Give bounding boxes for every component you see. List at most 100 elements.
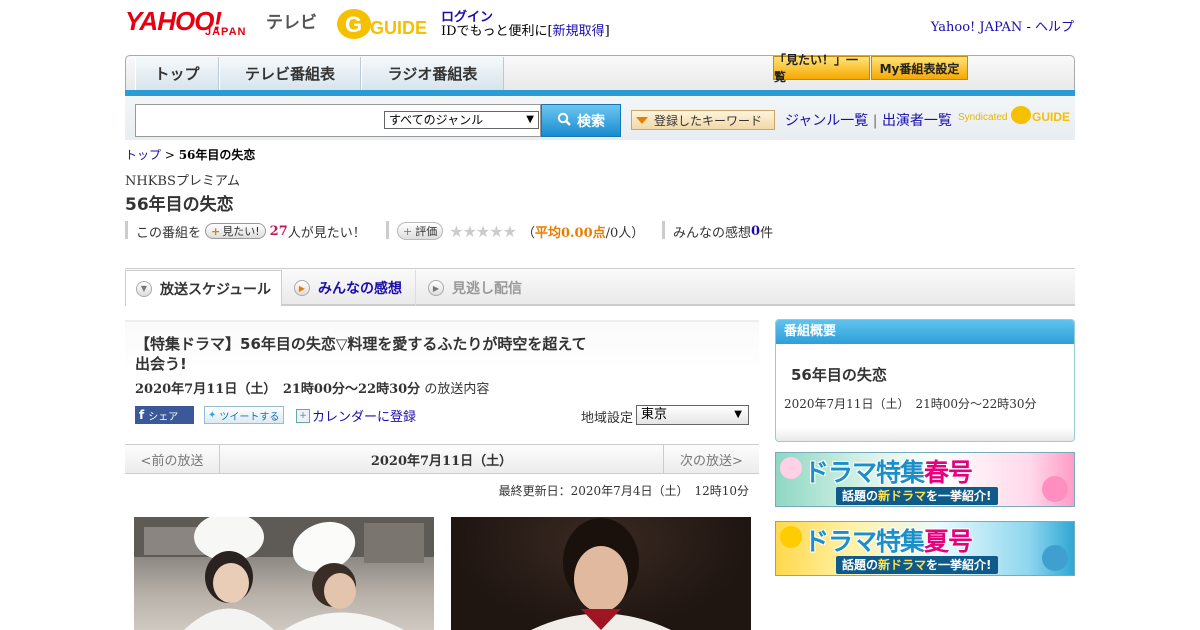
help-sep: - <box>1022 20 1035 35</box>
flower-icon <box>1042 476 1068 502</box>
gguide-logo[interactable]: G GUIDE <box>334 6 432 42</box>
tab-impressions-label: みんなの感想 <box>318 281 402 297</box>
meta-divider <box>125 221 128 239</box>
help-link[interactable]: ヘルプ <box>1035 20 1074 35</box>
play-icon: ▶ <box>428 280 444 296</box>
episode-title: 【特集ドラマ】56年目の失恋▽料理を愛するふたりが時空を超えて出会う! <box>135 335 587 373</box>
this-program-label: この番組を <box>136 225 202 241</box>
prev-broadcast-button[interactable]: <前の放送 <box>125 445 220 473</box>
register-link[interactable]: 新規取得 <box>553 24 605 39</box>
calendar-register-link[interactable]: カレンダーに登録 <box>312 406 416 425</box>
avg-prefix: （ <box>521 225 535 241</box>
breadcrumb-current: 56年目の失恋 <box>178 148 256 162</box>
yahoo-japan-link[interactable]: Yahoo! JAPAN <box>931 20 1023 35</box>
impressions-count-link[interactable]: 0 <box>751 224 760 239</box>
banner-sub-prefix: 話題の <box>842 558 879 572</box>
breadcrumb-top-link[interactable]: トップ <box>125 148 161 162</box>
summer-banner-sub: 話題の新ドラマを一挙紹介! <box>836 556 998 574</box>
banner-sub-new: 新ドラマ <box>878 489 927 503</box>
genre-select-value: すべてのジャンル <box>389 113 484 127</box>
flower-icon <box>780 457 802 479</box>
tab-radio-schedule[interactable]: ラジオ番組表 <box>361 57 504 90</box>
drama-summer-banner[interactable]: ドラマ特集夏号 話題の新ドラマを一挙紹介! <box>775 521 1075 576</box>
region-label: 地域設定 <box>581 411 634 426</box>
mitai-button[interactable]: + 見たい! <box>205 223 266 239</box>
genre-select[interactable]: すべてのジャンル ▼ <box>384 111 539 129</box>
facebook-share-button[interactable]: f シェア <box>135 406 194 424</box>
last-updated: 最終更新日：2020年7月4日（土） 12時10分 <box>498 484 749 498</box>
banner-sub-new: 新ドラマ <box>878 558 927 572</box>
mitai-count: 27 <box>269 223 288 239</box>
region-select[interactable]: 東京 ▼ <box>636 405 749 425</box>
summary-footer <box>776 428 1074 441</box>
registered-keyword-label: 登録したキーワード <box>654 113 763 128</box>
region-select-value: 東京 <box>641 407 668 422</box>
chevron-down-icon: ▼ <box>526 114 534 125</box>
calendar-register[interactable]: + カレンダーに登録 <box>296 406 416 425</box>
search-button-label: 検索 <box>577 113 605 130</box>
svg-text:GUIDE: GUIDE <box>1032 110 1070 124</box>
tab-broadcast-schedule[interactable]: ▼ 放送スケジュール <box>125 270 282 306</box>
genre-list-link[interactable]: ジャンル一覧 <box>785 113 868 129</box>
search-links: ジャンル一覧 | 出演者一覧 <box>785 110 952 130</box>
tv-logo[interactable]: テレビ <box>266 8 317 33</box>
scene-photo-chefs[interactable] <box>134 517 434 630</box>
avg-score: 平均0.00点 <box>534 225 606 241</box>
spring-banner-season: 春号 <box>924 458 973 487</box>
search-icon <box>557 112 571 130</box>
mitai-button-label: 見たい! <box>222 225 260 238</box>
plus-icon: + <box>211 224 221 238</box>
syndicated-label: Syndicated <box>958 112 1008 123</box>
breadcrumb: トップ > 56年目の失恋 <box>125 146 255 163</box>
svg-text:G: G <box>345 12 362 37</box>
my-schedule-settings-button[interactable]: My番組表設定 <box>871 56 968 80</box>
banner-sub-suffix: を一挙紹介! <box>926 489 992 503</box>
header-links: Yahoo! JAPAN - ヘルプ <box>931 16 1074 35</box>
channel-name: NHKBSプレミアム <box>125 174 240 189</box>
registered-keyword-button[interactable]: 登録したキーワード <box>631 110 775 130</box>
tab-top[interactable]: トップ <box>135 57 219 90</box>
fan-icon <box>1042 545 1068 571</box>
tweet-button[interactable]: ✦ ツイートする <box>204 406 284 424</box>
search-button[interactable]: 検索 <box>541 104 621 137</box>
impressions-prefix: みんなの感想 <box>673 225 752 241</box>
play-icon: ▶ <box>294 280 310 296</box>
rating-button-label: 評価 <box>415 225 438 238</box>
tab-tv-schedule[interactable]: テレビ番組表 <box>219 57 361 90</box>
impressions-suffix: 件 <box>760 225 774 241</box>
calendar-icon: + <box>296 408 310 423</box>
next-broadcast-button[interactable]: 次の放送> <box>663 445 759 473</box>
spring-banner-title: ドラマ特集春号 <box>804 453 973 489</box>
link-separator: | <box>872 113 878 129</box>
summary-date: 2020年7月11日（土） 21時00分～22時30分 <box>784 397 1037 411</box>
drama-spring-banner[interactable]: ドラマ特集春号 話題の新ドラマを一挙紹介! <box>775 452 1075 507</box>
login-suffix: ] <box>604 24 610 39</box>
mitai-suffix: 人が見たい！ <box>287 225 366 241</box>
scene-photo-chef[interactable] <box>451 517 751 630</box>
mitai-list-button[interactable]: 「見たい！」一覧 <box>773 53 870 84</box>
plus-icon: + <box>403 224 413 238</box>
triangle-down-icon <box>636 116 648 124</box>
rating-button[interactable]: + 評価 <box>397 222 444 240</box>
tweet-label: ツイートする <box>219 411 280 423</box>
summer-banner-season: 夏号 <box>924 527 973 556</box>
meta-divider <box>386 221 389 239</box>
performer-list-link[interactable]: 出演者一覧 <box>882 113 952 129</box>
page-title: 56年目の失恋 <box>125 195 234 215</box>
tab-broadcast-schedule-label: 放送スケジュール <box>160 281 272 298</box>
avg-suffix: /0人） <box>605 225 645 241</box>
broadcast-date: 2020年7月11日（土） <box>370 453 513 469</box>
sun-icon <box>780 526 802 548</box>
tab-missed-delivery-label: 見逃し配信 <box>452 281 522 297</box>
spring-banner-sub: 話題の新ドラマを一挙紹介! <box>836 487 998 505</box>
rating-row: + 評価 ★★★★★ （平均0.00点/0人） <box>397 221 645 241</box>
program-summary-heading: 番組概要 <box>776 320 1074 344</box>
mitai-row: この番組を + 見たい! 27 人が見たい！ <box>136 222 366 241</box>
tab-missed-delivery[interactable]: ▶ 見逃し配信 <box>418 270 548 306</box>
episode-date: 2020年7月11日（土） 21時00分～22時30分 の放送内容 <box>135 378 489 397</box>
episode-date-suffix: の放送内容 <box>424 382 490 397</box>
banner-sub-suffix: を一挙紹介! <box>926 558 992 572</box>
svg-text:GUIDE: GUIDE <box>370 18 427 38</box>
rating-stars: ★★★★★ <box>449 221 517 241</box>
tab-impressions[interactable]: ▶ みんなの感想 <box>284 270 416 306</box>
